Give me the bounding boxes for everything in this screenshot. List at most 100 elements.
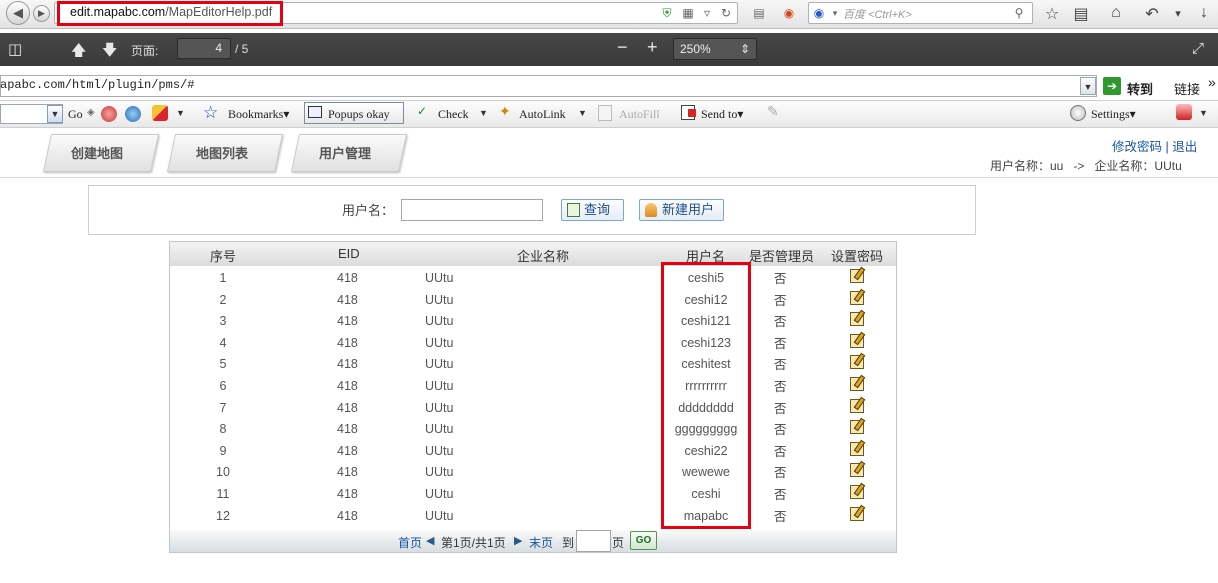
bookmarks-list-icon[interactable]: ▤ (1071, 4, 1091, 24)
goto-arrow-icon[interactable]: ➔ (1103, 77, 1121, 95)
undo-dropdown-icon[interactable]: ▾ (1168, 7, 1188, 20)
go-button[interactable]: GO (630, 531, 657, 550)
toolbar-arrows-icon[interactable]: ◈ (87, 107, 95, 118)
send-to-icon[interactable] (681, 105, 696, 120)
tab-create-map-label[interactable]: 创建地图 (71, 143, 123, 162)
autolink-dropdown-icon[interactable]: ▼ (578, 108, 587, 118)
previous-page-icon[interactable]: 🡅 (71, 40, 86, 65)
search-placeholder[interactable]: 百度 <Ctrl+K> (843, 6, 912, 22)
links-button[interactable]: 链接 (1174, 79, 1200, 98)
zoom-in-icon[interactable]: + (647, 37, 658, 58)
header-eid: EID (338, 246, 360, 261)
cell-is-admin: 否 (774, 509, 787, 524)
page-number-input[interactable]: 4 (177, 38, 231, 59)
logout-link[interactable]: 退出 (1172, 140, 1197, 154)
set-password-icon[interactable] (850, 377, 864, 391)
next-page-icon[interactable]: ▶ (514, 534, 522, 547)
user-arrow: -> (1073, 159, 1085, 173)
toolbar-pagerank-icon[interactable] (101, 106, 117, 122)
profile-dropdown-icon[interactable]: ▼ (1199, 108, 1208, 118)
highlighter-icon[interactable]: ✎ (767, 103, 779, 120)
check-dropdown-icon[interactable]: ▼ (479, 108, 488, 118)
cell-is-admin: 否 (774, 401, 787, 416)
toolbar-autofill[interactable]: AutoFill (619, 107, 660, 122)
new-user-button[interactable]: 新建用户 (639, 199, 724, 221)
address-text[interactable]: apabc.com/html/plugin/pms/# (0, 78, 194, 92)
table-row: 4 418 UUtu ceshi123 否 (170, 332, 896, 353)
tab-user-management-label[interactable]: 用户管理 (319, 143, 371, 162)
cell-eid: 418 (337, 400, 358, 415)
query-button[interactable]: 查询 (561, 199, 624, 221)
more-chevron[interactable]: » (1208, 74, 1216, 90)
dropdown-arrow-icon[interactable]: ▿ (700, 6, 714, 20)
bookmark-star-icon[interactable]: ☆ (1042, 4, 1062, 24)
cell-no: 8 (219, 422, 227, 437)
header-is-admin: 是否管理员 (749, 249, 815, 264)
bookmarks-star-icon[interactable]: ☆ (203, 103, 218, 123)
cell-company: UUtu (425, 400, 454, 415)
reader-icon[interactable]: ▤ (752, 6, 766, 20)
next-page-icon[interactable]: 🡇 (102, 40, 117, 65)
qr-code-icon[interactable]: ▦ (681, 6, 695, 20)
popup-blocker-icon (308, 106, 322, 118)
baidu-icon[interactable]: ◉ (812, 6, 826, 20)
set-password-icon[interactable] (850, 290, 864, 305)
username-input[interactable] (401, 199, 543, 221)
table-row: 11 418 UUtu ceshi 否 (170, 483, 896, 504)
set-password-icon[interactable] (850, 333, 864, 348)
toolbar-profile-icon[interactable] (1176, 104, 1192, 120)
set-password-icon[interactable] (850, 355, 864, 370)
set-password-icon[interactable] (850, 463, 864, 478)
back-icon[interactable]: ◀ (6, 1, 30, 25)
toolbar-send-to[interactable]: Send to▾ (701, 107, 743, 122)
change-password-link[interactable]: 修改密码 (1112, 140, 1162, 154)
user-info: 用户名称：uu -> 企业名称：UUtu (990, 157, 1182, 174)
page-jump-input[interactable] (576, 530, 611, 552)
toolbar-autolink[interactable]: AutoLink (519, 107, 566, 122)
zoom-select[interactable]: 250% ⇕ (673, 38, 757, 60)
first-page-link[interactable]: 首页 (398, 534, 422, 551)
autofill-icon[interactable] (598, 105, 612, 121)
toolbar-go-button[interactable]: Go (68, 107, 83, 122)
set-password-icon[interactable] (850, 441, 864, 456)
toolbar-check[interactable]: Check (438, 107, 469, 122)
set-password-icon[interactable] (850, 506, 864, 521)
set-password-icon[interactable] (850, 398, 864, 413)
zoom-dropdown-icon: ⇕ (739, 42, 750, 56)
table-row: 7 418 UUtu dddddddd 否 (170, 397, 896, 418)
sidebar-toggle-icon[interactable]: ◫ (8, 40, 22, 58)
set-password-icon[interactable] (850, 420, 864, 435)
set-password-icon[interactable] (850, 312, 864, 327)
reload-icon[interactable]: ↻ (719, 6, 733, 20)
spellcheck-icon[interactable]: ✓ (417, 104, 427, 118)
cell-no: 1 (219, 271, 227, 285)
forward-icon[interactable]: ▶ (33, 5, 50, 22)
toolbar-news-icon[interactable] (152, 105, 168, 121)
set-password-icon[interactable] (850, 485, 864, 499)
home-icon[interactable]: ⌂ (1106, 4, 1126, 22)
autolink-wand-icon[interactable]: ✦ (499, 103, 511, 120)
user-name-label: 用户名称：uu (990, 159, 1064, 173)
last-page-link[interactable]: 末页 (529, 534, 553, 551)
adblock-icon[interactable]: ◉ (782, 6, 796, 20)
zoom-out-icon[interactable]: − (617, 37, 628, 58)
settings-gear-icon[interactable] (1070, 105, 1086, 121)
search-engine-dropdown-icon[interactable]: ▾ (828, 6, 842, 20)
toolbar-globe-icon[interactable] (125, 106, 141, 122)
shield-icon[interactable]: ⛨ (660, 6, 674, 20)
prev-page-icon[interactable]: ◀ (426, 534, 434, 547)
username-highlight-box (661, 262, 751, 529)
toolbar-bookmarks[interactable]: Bookmarks▾ (228, 107, 289, 122)
tab-map-list-label[interactable]: 地图列表 (196, 143, 248, 162)
set-password-icon[interactable] (850, 269, 864, 283)
download-icon[interactable]: ↓ (1194, 4, 1214, 22)
toolbar-news-dropdown-icon[interactable]: ▼ (176, 108, 185, 118)
toolbar-settings[interactable]: Settings▾ (1091, 107, 1136, 122)
goto-button[interactable]: 转到 (1127, 79, 1153, 98)
address-dropdown-icon[interactable]: ▼ (1080, 77, 1096, 95)
undo-icon[interactable]: ↶ (1142, 4, 1162, 24)
toolbar-search-dropdown-icon[interactable]: ▼ (47, 105, 63, 123)
search-icon[interactable]: ⚲ (1012, 6, 1026, 20)
cell-company: UUtu (425, 314, 454, 329)
fullscreen-icon[interactable]: ⤢ (1192, 40, 1204, 57)
